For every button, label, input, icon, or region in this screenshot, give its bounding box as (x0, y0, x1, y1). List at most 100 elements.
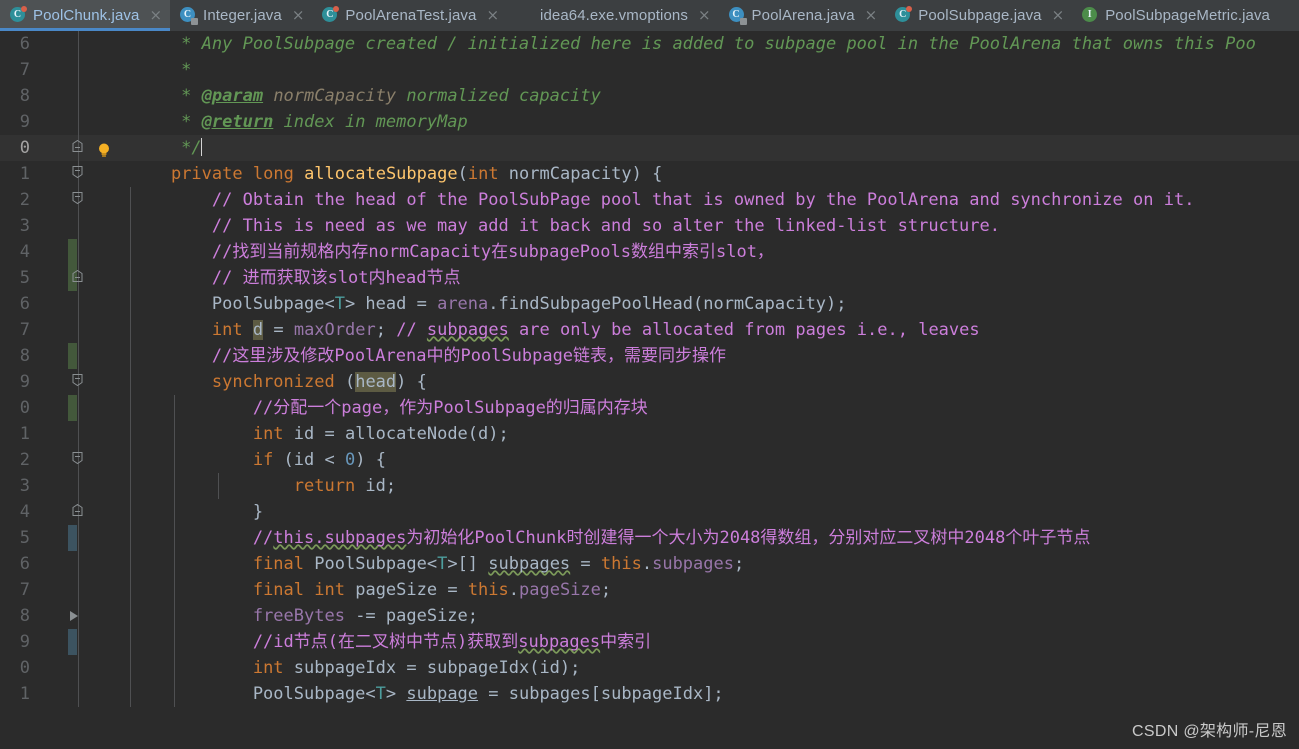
vcs-change-marker[interactable] (68, 525, 77, 551)
code-line: 7 * (0, 57, 1299, 83)
code-token: pageSize = (344, 580, 468, 600)
modified-dot-icon (333, 6, 340, 12)
line-number: 6 (19, 34, 30, 54)
line-number: 9 (19, 372, 30, 392)
code-token: //这里涉及修改PoolArena中的PoolSubpage链表，需要同步操作 (130, 346, 727, 366)
code-token: final (252, 580, 305, 600)
code-text: } (130, 499, 263, 525)
code-line: 5 // 进而获取该slot内head节点 (0, 265, 1299, 291)
code-token: normCapacity) { (498, 164, 663, 184)
line-number: 0 (19, 398, 30, 418)
editor-tab-label: PoolSubpageMetric.java (1105, 7, 1271, 24)
line-number: 1 (19, 424, 30, 444)
code-line: 0 */ (0, 135, 1299, 161)
code-text: // Obtain the head of the PoolSubPage po… (130, 187, 1195, 213)
gutter-divider (78, 681, 79, 707)
code-token: ( (334, 372, 356, 392)
code-token: = (263, 320, 294, 340)
code-fold-start-icon[interactable] (72, 166, 83, 181)
code-token: ; (375, 320, 397, 340)
java-class-icon: C (895, 6, 913, 24)
editor-tab[interactable]: idea64.exe.vmoptions × (507, 0, 719, 31)
vcs-change-marker[interactable] (68, 343, 77, 369)
code-token: // This is need as we may add it back an… (130, 216, 1000, 236)
vcs-change-marker[interactable] (68, 239, 77, 265)
editor-tab[interactable]: C PoolSubpage.java × (885, 0, 1072, 31)
line-number: 1 (19, 164, 30, 184)
code-line: 8 freeBytes -= pageSize; (0, 603, 1299, 629)
line-number: 5 (19, 268, 30, 288)
code-token: = (570, 554, 601, 574)
code-token: private (170, 164, 243, 184)
close-icon[interactable]: × (698, 8, 711, 23)
code-token: * (130, 112, 202, 132)
editor-tab-label: PoolChunk.java (33, 7, 140, 24)
gutter-divider (78, 473, 79, 499)
code-token: synchronized (211, 372, 335, 392)
code-token: * (130, 60, 192, 80)
line-number: 8 (19, 346, 30, 366)
code-fold-start-icon[interactable] (72, 374, 83, 389)
code-fold-end-icon[interactable] (72, 140, 83, 155)
editor-tab[interactable]: C PoolArena.java × (719, 0, 886, 31)
editor-tab-label: PoolArenaTest.java (345, 7, 477, 24)
editor-tab[interactable]: C PoolChunk.java × (0, 0, 171, 31)
close-icon[interactable]: × (149, 8, 162, 23)
code-fold-end-icon[interactable] (72, 270, 83, 285)
code-token: */ (130, 138, 202, 158)
code-line: 0 int subpageIdx = subpageIdx(id); (0, 655, 1299, 681)
vcs-change-marker[interactable] (68, 629, 77, 655)
code-token: (normCapacity); (692, 294, 847, 314)
code-token: index in memoryMap (273, 112, 468, 132)
line-number: 3 (19, 216, 30, 236)
code-token: T (375, 684, 386, 704)
editor-tab[interactable]: C PoolArenaTest.java × (312, 0, 507, 31)
editor-tab[interactable]: I PoolSubpageMetric.java (1072, 0, 1284, 31)
code-text: * @return index in memoryMap (130, 109, 468, 135)
text-caret (200, 138, 202, 156)
close-icon[interactable]: × (292, 8, 305, 23)
code-token: id; (355, 476, 397, 496)
code-token: PoolSubpage< (130, 684, 376, 704)
code-token: // (396, 320, 427, 340)
code-token: pageSize (519, 580, 601, 600)
code-token: ( (457, 164, 468, 184)
line-number: 1 (19, 684, 30, 704)
close-icon[interactable]: × (865, 8, 878, 23)
line-number: 7 (19, 320, 30, 340)
code-line: 9 * @return index in memoryMap (0, 109, 1299, 135)
run-gutter-icon[interactable] (70, 611, 78, 621)
code-text: //id节点(在二叉树中节点)获取到subpages中索引 (130, 629, 651, 655)
code-fold-start-icon[interactable] (72, 452, 83, 467)
code-line: 3 return id; (0, 473, 1299, 499)
editor-tab-label: PoolArena.java (751, 7, 855, 24)
code-text: int d = maxOrder; // subpages are only b… (130, 317, 980, 343)
code-token: -= pageSize; (344, 606, 479, 626)
code-token: subpages (426, 320, 509, 340)
code-editor[interactable]: 6 * Any PoolSubpage created / initialize… (0, 31, 1299, 749)
code-token: . (508, 580, 520, 600)
code-token: . (488, 294, 499, 314)
code-line: 4 } (0, 499, 1299, 525)
code-fold-end-icon[interactable] (72, 504, 83, 519)
code-token: //找到当前规格内存normCapacity在subpagePools数组中索引… (130, 242, 774, 262)
close-icon[interactable]: × (486, 8, 499, 23)
line-number: 2 (19, 190, 30, 210)
gutter-divider (78, 551, 79, 577)
close-icon[interactable]: × (1052, 8, 1065, 23)
code-token: * (130, 86, 202, 106)
code-text: //这里涉及修改PoolArena中的PoolSubpage链表，需要同步操作 (130, 343, 726, 369)
intention-bulb-icon[interactable] (96, 140, 112, 157)
code-token: subpages (488, 554, 571, 574)
vcs-change-marker[interactable] (68, 395, 77, 421)
code-fold-start-icon[interactable] (72, 192, 83, 207)
editor-tab[interactable]: C Integer.java × (170, 0, 312, 31)
code-token: int (314, 580, 345, 600)
